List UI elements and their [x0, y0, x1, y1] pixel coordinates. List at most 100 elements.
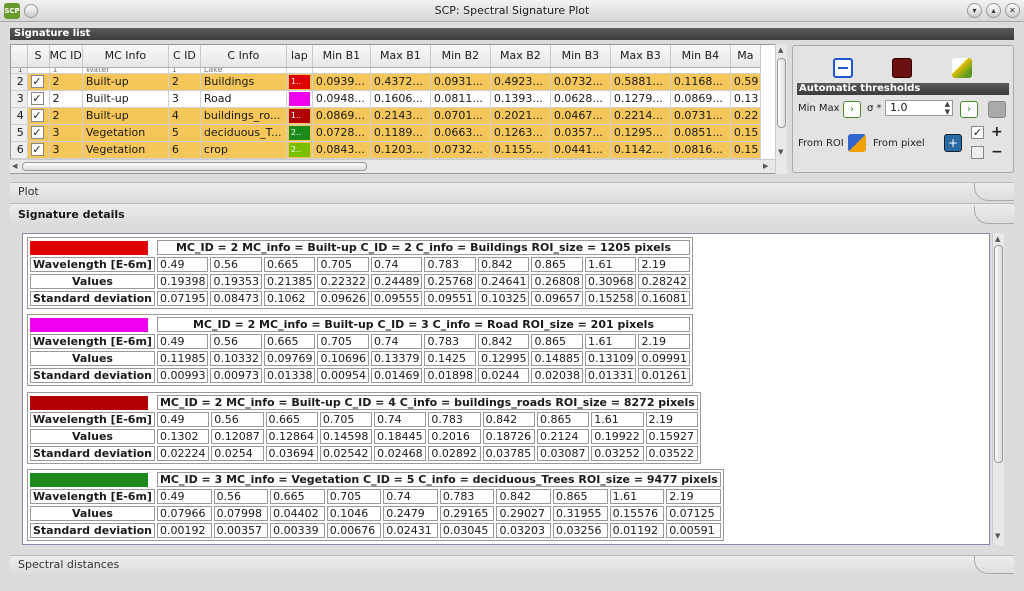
row-checkbox[interactable]: ✓ — [30, 92, 44, 106]
value-cell: 0.56 — [210, 334, 262, 349]
table-row[interactable]: 4 ✓ 2 Built-up 4 buildings_ro... 1.. 0.0869... 0… — [11, 107, 761, 125]
value-cell: 0.18726 — [482, 429, 535, 444]
value-cell: 0.01261 — [638, 368, 690, 383]
signature-color-bar — [30, 317, 148, 332]
value-cell: 0.25768 — [424, 274, 476, 289]
export-signature-icon[interactable] — [892, 58, 912, 78]
value-cell: 0.1302 — [156, 429, 210, 444]
color-cell[interactable]: 2.. — [286, 124, 313, 142]
column-header[interactable]: C ID — [168, 45, 201, 68]
tab-spectral-distances[interactable]: Spectral distances — [10, 555, 1014, 574]
column-header[interactable]: MC ID — [49, 45, 83, 68]
title-bar: SCP SCP: Spectral Signature Plot ▾ ▴ ✕ — [0, 0, 1024, 22]
color-swatch[interactable]: 2.. — [288, 142, 310, 157]
signature-list-hscrollbar[interactable]: ◀ ▶ — [10, 159, 775, 173]
column-header[interactable]: C Info — [200, 45, 287, 68]
plot-signature-icon[interactable] — [952, 58, 972, 78]
checkbox-cell[interactable]: ✓ — [27, 124, 50, 142]
table-cell: 0.0467... — [550, 107, 611, 125]
table-row[interactable]: 2 ✓ 2 Built-up 2 Buildings 1.. 0.0939... 0.4372.… — [11, 73, 761, 91]
remove-checkbox[interactable] — [971, 146, 984, 159]
color-swatch[interactable]: 1.. — [288, 108, 310, 123]
row-checkbox[interactable]: ✓ — [30, 109, 44, 123]
column-header[interactable]: Min B2 — [430, 45, 491, 68]
from-pixel-button[interactable]: + — [944, 134, 962, 152]
color-swatch[interactable]: 1.. — [288, 74, 310, 89]
min-max-run-button[interactable]: › — [843, 101, 861, 118]
value-cell: 0.1425 — [424, 351, 476, 366]
table-cell: 3 — [49, 141, 83, 159]
column-header[interactable]: Min B3 — [550, 45, 611, 68]
row-checkbox[interactable]: ✓ — [30, 143, 44, 157]
table-row[interactable]: 3 ✓ 2 Built-up 3 Road 0.0948... 0.1606... 0.0811… — [11, 90, 761, 108]
maximize-button[interactable]: ▴ — [986, 3, 1001, 18]
row-label: Wavelength [E-6m] — [30, 489, 155, 504]
column-header[interactable]: Max B3 — [610, 45, 671, 68]
column-header[interactable]: Max B2 — [490, 45, 551, 68]
signature-color-cell — [30, 317, 155, 332]
table-row[interactable]: 6 ✓ 3 Vegetation 6 crop 2.. 0.0843... 0.1203... 0… — [11, 141, 761, 159]
signature-color-bar — [30, 240, 148, 255]
signature-color-cell — [30, 240, 155, 255]
table-cell: 0.15 — [730, 141, 761, 159]
column-header[interactable]: lap — [286, 45, 313, 68]
color-cell[interactable]: 2.. — [286, 141, 313, 159]
sigma-run-button[interactable]: › — [960, 101, 978, 118]
minimize-button[interactable]: ▾ — [967, 3, 982, 18]
scroll-down-icon[interactable]: ▼ — [995, 532, 1000, 540]
value-cell: 0.19922 — [591, 429, 644, 444]
add-checkbox[interactable]: ✓ — [971, 126, 984, 139]
vscroll-thumb[interactable] — [777, 58, 786, 128]
remove-signature-button[interactable] — [833, 58, 853, 78]
signature-header: MC_ID = 3 MC_info = Vegetation C_ID = 5 … — [156, 472, 721, 487]
value-cell: 0.07195 — [156, 291, 209, 306]
table-cell: 0.0843... — [312, 141, 371, 159]
scroll-right-icon[interactable]: ▶ — [763, 162, 768, 170]
table-cell: 0.0948... — [312, 90, 371, 108]
color-swatch[interactable]: 2.. — [288, 125, 310, 140]
table-cell: 0.0869... — [670, 90, 731, 108]
signature-list-vscrollbar[interactable]: ▲ ▼ — [775, 44, 787, 174]
checkbox-cell[interactable]: ✓ — [27, 107, 50, 125]
checkbox-cell[interactable]: ✓ — [27, 141, 50, 159]
tab-corner — [974, 183, 1014, 201]
column-header[interactable]: Max B1 — [370, 45, 431, 68]
column-header[interactable]: Ma — [730, 45, 761, 68]
value-cell: 0.74 — [370, 257, 423, 272]
color-swatch[interactable] — [288, 91, 310, 106]
hscroll-thumb[interactable] — [22, 162, 367, 171]
value-cell: 0.10325 — [477, 291, 530, 306]
scroll-up-icon[interactable]: ▲ — [995, 235, 1000, 243]
value-cell: 0.15258 — [584, 291, 637, 306]
column-header[interactable]: Min B4 — [670, 45, 731, 68]
table-cell: crop — [200, 141, 287, 159]
color-cell[interactable]: 1.. — [286, 73, 313, 91]
tab-plot[interactable]: Plot — [10, 182, 1014, 201]
spin-arrows-icon[interactable]: ▲ ▼ — [945, 100, 950, 116]
from-roi-icon[interactable] — [848, 134, 866, 152]
row-checkbox[interactable]: ✓ — [30, 75, 44, 89]
checkbox-cell[interactable]: ✓ — [27, 73, 50, 91]
column-header[interactable]: MC Info — [82, 45, 169, 68]
value-cell: 0.12995 — [477, 351, 530, 366]
tab-signature-details[interactable]: Signature details — [10, 203, 1014, 227]
value-cell: 0.02542 — [319, 446, 373, 461]
scroll-left-icon[interactable]: ◀ — [12, 162, 17, 170]
column-header[interactable]: Min B1 — [312, 45, 371, 68]
table-cell: 0.0357... — [550, 124, 611, 142]
row-checkbox[interactable]: ✓ — [30, 126, 44, 140]
details-vscroll-thumb[interactable] — [994, 245, 1003, 463]
value-cell: 0.15576 — [609, 506, 665, 521]
sigma-spinbox[interactable]: 1.0 ▲ ▼ — [885, 100, 953, 116]
column-header[interactable]: S — [27, 45, 50, 68]
scroll-up-icon[interactable]: ▲ — [778, 46, 783, 54]
table-cell: 0.13 — [730, 90, 761, 108]
color-cell[interactable]: 1.. — [286, 107, 313, 125]
details-vscrollbar[interactable]: ▲ ▼ — [992, 233, 1004, 545]
checkbox-cell[interactable]: ✓ — [27, 90, 50, 108]
table-row[interactable]: 5 ✓ 3 Vegetation 5 deciduous_T... 2.. 0.0728...… — [11, 124, 761, 142]
close-button[interactable]: ✕ — [1005, 3, 1020, 18]
color-cell[interactable] — [286, 90, 313, 108]
scroll-down-icon[interactable]: ▼ — [778, 148, 783, 156]
signature-list-table[interactable]: S MC ID MC Info C ID C Info lap Min B1 Max B1 Mi… — [10, 44, 787, 174]
